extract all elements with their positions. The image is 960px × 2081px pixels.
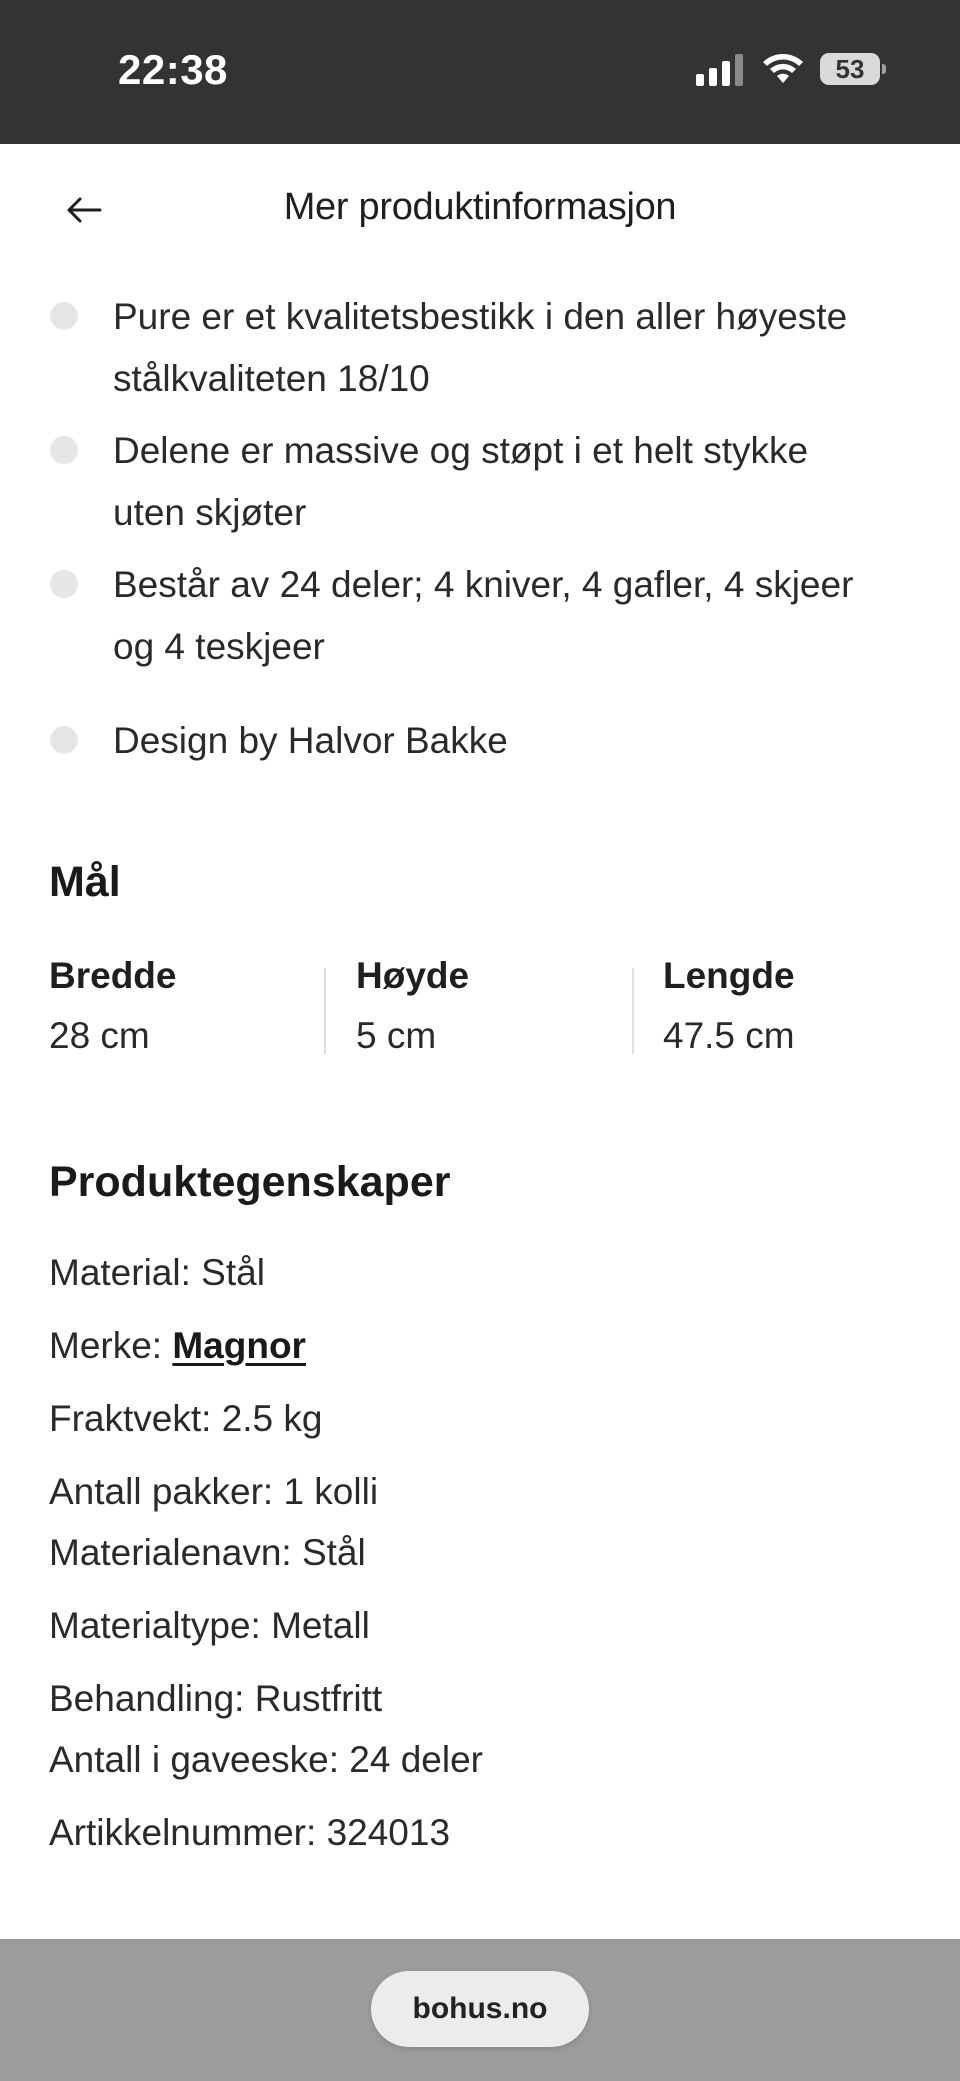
property-value: 1 kolli (283, 1471, 379, 1512)
list-item: Delene er massive og støpt i et helt sty… (0, 420, 848, 544)
wifi-icon (763, 54, 803, 83)
property-material-type: Materialtype: Metall (49, 1605, 370, 1647)
property-value: Rustfritt (254, 1678, 383, 1719)
dimension-label: Bredde (49, 955, 177, 996)
list-item-line: Design by Halvor Bakke (113, 720, 508, 761)
status-time: 22:38 (118, 46, 228, 93)
dimension-length: Lengde 47.5 cm (663, 946, 795, 1066)
property-label: Antall i gaveeske: (49, 1739, 340, 1780)
property-material: Material: Stål (49, 1252, 265, 1294)
property-label: Antall pakker: (49, 1471, 274, 1512)
property-package-count: Antall pakker: 1 kolli (49, 1471, 378, 1513)
list-item: Pure er et kvalitetsbestikk i den aller … (0, 286, 887, 410)
property-brand: Merke: Magnor (49, 1325, 306, 1367)
property-label: Materialtype: (49, 1605, 261, 1646)
list-item: Består av 24 deler; 4 kniver, 4 gafler, … (0, 554, 893, 678)
property-value: 2.5 kg (221, 1398, 323, 1439)
property-shipping-weight: Fraktvekt: 2.5 kg (49, 1398, 323, 1440)
list-item-line: Pure er et kvalitetsbestikk i den aller … (113, 296, 848, 337)
list-item-line: stålkvaliteten 18/10 (113, 358, 430, 399)
list-item-line: Delene er massive og støpt i et helt sty… (113, 430, 809, 471)
dimension-width: Bredde 28 cm (49, 946, 176, 1066)
property-article-number: Artikkelnummer: 324013 (49, 1812, 450, 1854)
property-label: Materialenavn: (49, 1532, 292, 1573)
dimension-value: 28 cm (49, 1015, 150, 1056)
property-value: 24 deler (349, 1739, 484, 1780)
list-item-line: uten skjøter (113, 492, 307, 533)
dimension-value: 47.5 cm (663, 1015, 795, 1056)
property-label: Artikkelnummer: (49, 1812, 317, 1853)
nav-header: Mer produktinformasjon (0, 144, 960, 280)
property-value: 324013 (326, 1812, 451, 1853)
property-label: Behandling: (49, 1678, 245, 1719)
property-value: Stål (201, 1252, 265, 1293)
page-title: Mer produktinformasjon (283, 186, 677, 228)
divider (632, 968, 634, 1054)
dimension-label: Lengde (663, 955, 795, 996)
cellular-signal-icon (696, 54, 743, 86)
property-label: Merke: (49, 1325, 163, 1366)
list-item-line: Består av 24 deler; 4 kniver, 4 gafler, … (113, 564, 854, 605)
dimensions-table: Bredde 28 cm Høyde 5 cm Lengde 47.5 cm (0, 946, 960, 1066)
list-item-line: og 4 teskjeer (113, 626, 325, 667)
status-bar: 22:38 53 (0, 0, 960, 144)
status-icons: 53 (696, 52, 886, 86)
bullet-dot-icon (50, 726, 78, 754)
property-value: Stål (301, 1532, 366, 1573)
bullet-dot-icon (50, 570, 78, 598)
property-value: Metall (271, 1605, 370, 1646)
brand-link[interactable]: Magnor (172, 1325, 306, 1366)
dimension-value: 5 cm (356, 1015, 437, 1056)
property-material-name: Materialenavn: Stål (49, 1532, 366, 1574)
property-treatment: Behandling: Rustfritt (49, 1678, 382, 1720)
address-bar[interactable]: bohus.no (371, 1971, 589, 2047)
bullet-dot-icon (50, 436, 78, 464)
list-item: Design by Halvor Bakke (0, 710, 548, 772)
dimension-label: Høyde (356, 955, 470, 996)
bullet-dot-icon (50, 302, 78, 330)
dimensions-heading: Mål (49, 858, 121, 906)
battery-icon: 53 (820, 53, 886, 85)
browser-bottom-bar: bohus.no (0, 1939, 960, 2081)
property-label: Fraktvekt: (49, 1398, 212, 1439)
property-label: Material: (49, 1252, 191, 1293)
properties-heading: Produktegenskaper (49, 1158, 451, 1206)
divider (324, 968, 326, 1054)
property-gift-box-count: Antall i gaveeske: 24 deler (49, 1739, 483, 1781)
dimension-height: Høyde 5 cm (356, 946, 469, 1066)
